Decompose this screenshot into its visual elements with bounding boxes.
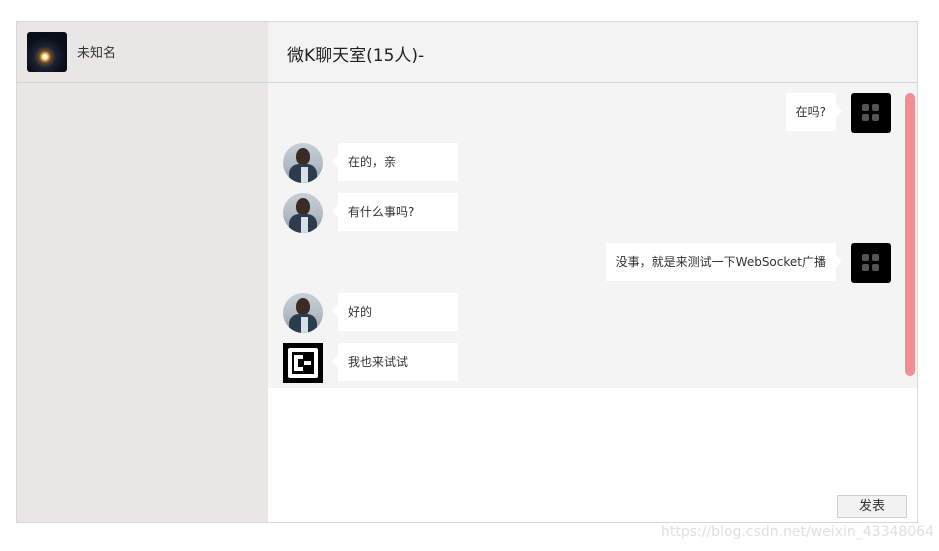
message-item: 没事，就是来测试一下WebSocket广播 [268,243,917,283]
message-bubble: 在吗? [785,93,843,131]
grid-icon [862,254,880,272]
message-item: 在吗? [268,93,917,133]
message-bubble: 有什么事吗? [332,193,458,231]
chat-main: 微K聊天室(15人)- 在吗? 在的，亲 有什么事吗? 没事，就是来测试一下We… [268,22,917,522]
user-name: 未知名 [77,46,117,61]
message-item: 我也来试试 [268,343,917,383]
chat-header: 微K聊天室(15人)- [268,22,917,83]
message-bubble: 我也来试试 [332,343,458,381]
message-bubble: 没事，就是来测试一下WebSocket广播 [605,243,843,281]
compose-area: 发表 [268,388,917,522]
sender-avatar[interactable] [283,193,323,233]
message-bubble: 好的 [332,293,458,331]
sender-avatar[interactable] [283,143,323,183]
message-item: 在的，亲 [268,143,917,183]
sender-avatar[interactable] [851,93,891,133]
current-user[interactable]: 未知名 [17,22,268,83]
room-title: 微K聊天室(15人)- [287,46,425,66]
message-scrollbar[interactable] [905,93,915,376]
sender-avatar[interactable] [851,243,891,283]
message-item: 好的 [268,293,917,333]
watermark: https://blog.csdn.net/weixin_43348064 [661,524,935,540]
chat-app: 未知名 微K聊天室(15人)- 在吗? 在的，亲 有什么事吗? 没事，就是来测试… [16,21,918,523]
sidebar: 未知名 [17,22,268,522]
message-item: 有什么事吗? [268,193,917,233]
sender-avatar[interactable] [283,343,323,383]
message-bubble: 在的，亲 [332,143,458,181]
message-input[interactable] [268,388,917,488]
send-button[interactable]: 发表 [837,495,907,518]
message-list[interactable]: 在吗? 在的，亲 有什么事吗? 没事，就是来测试一下WebSocket广播 好的… [268,83,917,388]
grid-icon [862,104,880,122]
sender-avatar[interactable] [283,293,323,333]
user-avatar[interactable] [27,32,67,72]
